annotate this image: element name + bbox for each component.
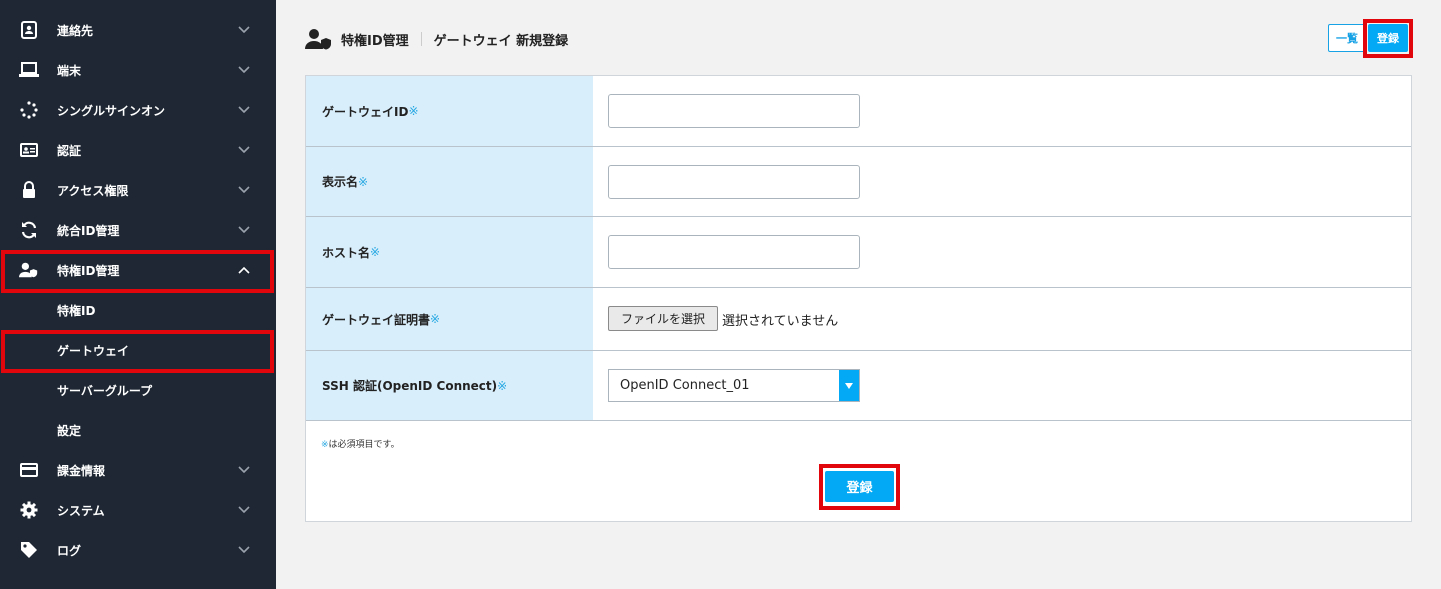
list-button[interactable]: 一覧 (1328, 24, 1366, 52)
gateway-form: ゲートウェイID ※ 表示名 ※ ホスト名 ※ ゲートウェイ証明書 ※ ファイルを選択 … (305, 75, 1412, 522)
sidebar-item-label: システム (57, 503, 105, 518)
sidebar-item-devices[interactable]: 端末 (0, 50, 276, 90)
sidebar-subitem-settings[interactable]: 設定 (0, 410, 276, 450)
contacts-icon (19, 20, 39, 40)
chevron-down-icon (236, 222, 252, 238)
sidebar-subitem-server-group[interactable]: サーバーグループ (0, 370, 276, 410)
sidebar-item-sso[interactable]: シングルサインオン (0, 90, 276, 130)
sidebar-item-contacts[interactable]: 連絡先 (0, 10, 276, 50)
field-label: ゲートウェイID ※ (306, 76, 593, 146)
host-name-input[interactable] (608, 235, 860, 269)
sidebar: 連絡先 端末 シングルサインオン 認証 アクセス権限 統合ID管理 特権ID管理… (0, 0, 276, 589)
choose-file-button[interactable]: ファイルを選択 (608, 306, 718, 331)
required-mark: ※ (408, 104, 419, 118)
select-value: OpenID Connect_01 (620, 378, 750, 393)
required-mark: ※ (430, 312, 441, 326)
header-divider (420, 32, 422, 46)
sidebar-item-label: 特権ID管理 (57, 263, 120, 278)
register-button[interactable]: 登録 (825, 471, 894, 502)
sidebar-subitem-label: サーバーグループ (57, 383, 153, 398)
sidebar-subitem-gateway[interactable]: ゲートウェイ (0, 330, 276, 370)
sidebar-item-billing[interactable]: 課金情報 (0, 450, 276, 490)
privileged-user-icon (305, 27, 333, 51)
sidebar-item-access[interactable]: アクセス権限 (0, 170, 276, 210)
required-mark: ※ (370, 245, 381, 259)
sidebar-item-label: アクセス権限 (57, 183, 129, 198)
chevron-down-icon (236, 542, 252, 558)
sidebar-item-privileged-id[interactable]: 特権ID管理 (0, 250, 276, 290)
sidebar-item-label: ログ (57, 543, 82, 558)
field-label: ホスト名 ※ (306, 217, 593, 287)
chevron-down-icon (236, 62, 252, 78)
sidebar-item-log[interactable]: ログ (0, 530, 276, 570)
field-label: SSH 認証(OpenID Connect) ※ (306, 351, 593, 420)
gear-icon (19, 500, 39, 520)
page-title: 特権ID管理 (341, 33, 409, 49)
display-name-input[interactable] (608, 165, 860, 199)
sidebar-item-integrated-id[interactable]: 統合ID管理 (0, 210, 276, 250)
sidebar-item-label: 認証 (57, 143, 82, 158)
required-mark: ※ (358, 174, 369, 189)
gateway-id-input[interactable] (608, 94, 860, 128)
required-mark: ※ (497, 378, 508, 393)
sso-icon (19, 100, 39, 120)
sidebar-item-auth[interactable]: 認証 (0, 130, 276, 170)
sidebar-item-label: 端末 (57, 63, 82, 78)
chevron-down-icon (236, 142, 252, 158)
sidebar-item-system[interactable]: システム (0, 490, 276, 530)
ssh-auth-select[interactable]: OpenID Connect_01 (608, 369, 860, 402)
sidebar-item-label: 連絡先 (57, 23, 94, 38)
chevron-down-icon (236, 182, 252, 198)
file-status-text: 選択されていません (722, 314, 839, 329)
sync-icon (19, 220, 39, 240)
register-button-top[interactable]: 登録 (1368, 24, 1408, 52)
chevron-down-icon (236, 102, 252, 118)
laptop-icon (19, 60, 39, 80)
tag-icon (19, 540, 39, 560)
form-row-display-name: 表示名 ※ (306, 147, 1411, 217)
credit-card-icon (19, 460, 39, 480)
chevron-down-icon (236, 502, 252, 518)
form-row-gateway-certificate: ゲートウェイ証明書 ※ ファイルを選択 選択されていません (306, 288, 1411, 351)
field-label: ゲートウェイ証明書 ※ (306, 288, 593, 350)
chevron-down-icon (236, 462, 252, 478)
page-subtitle: ゲートウェイ 新規登録 (433, 33, 569, 49)
form-row-ssh-auth: SSH 認証(OpenID Connect) ※ OpenID Connect_0… (306, 351, 1411, 421)
sidebar-item-label: シングルサインオン (57, 103, 166, 118)
privileged-user-icon (19, 260, 39, 280)
sidebar-item-label: 統合ID管理 (57, 223, 120, 238)
required-note: ※は必須項目です。 (321, 440, 400, 450)
sidebar-subitem-label: 特権ID (57, 303, 96, 318)
sidebar-item-label: 課金情報 (57, 463, 106, 478)
field-label: 表示名 ※ (306, 147, 593, 216)
form-row-gateway-id: ゲートウェイID ※ (306, 76, 1411, 147)
lock-icon (19, 180, 39, 200)
caret-down-icon (839, 370, 859, 401)
sidebar-subitem-privileged-id[interactable]: 特権ID (0, 290, 276, 330)
form-row-host-name: ホスト名 ※ (306, 217, 1411, 288)
chevron-down-icon (236, 22, 252, 38)
chevron-up-icon (236, 262, 252, 278)
page-header: 特権ID管理 ゲートウェイ 新規登録 (305, 22, 568, 56)
sidebar-subitem-label: ゲートウェイ (57, 343, 130, 358)
sidebar-subitem-label: 設定 (57, 423, 82, 438)
id-card-icon (19, 140, 39, 160)
